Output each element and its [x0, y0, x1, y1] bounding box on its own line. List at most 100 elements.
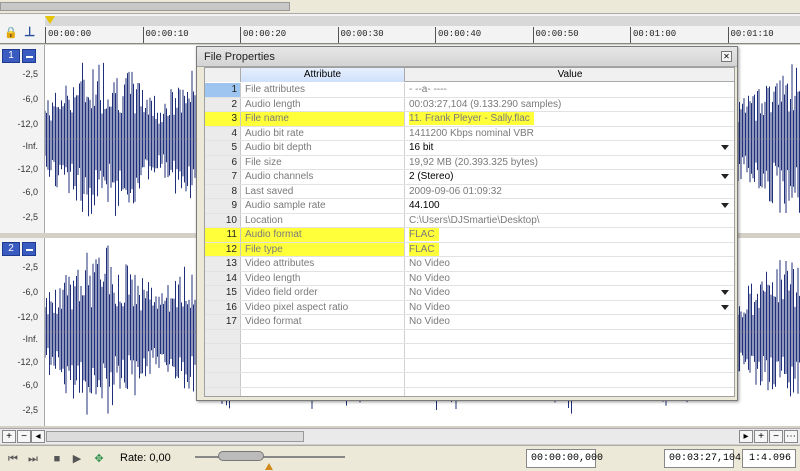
property-attribute: Audio channels: [241, 170, 405, 184]
row-number[interactable]: 11: [205, 228, 241, 242]
property-value[interactable]: No Video: [405, 301, 734, 315]
property-value-text: 2 (Stereo): [409, 171, 454, 182]
property-value-text: No Video: [409, 258, 450, 269]
row-number[interactable]: 15: [205, 286, 241, 300]
property-attribute: Audio length: [241, 97, 405, 111]
selection-length-field[interactable]: 00:03:27,104: [664, 449, 741, 468]
top-scroll-strip: [0, 0, 800, 14]
dialog-title-bar[interactable]: File Properties ✕: [197, 47, 737, 67]
property-row[interactable]: 16 Video pixel aspect ratio No Video: [205, 300, 734, 315]
row-number[interactable]: 13: [205, 257, 241, 271]
zoom-in-button[interactable]: +: [2, 430, 16, 443]
rate-slider-knob[interactable]: [218, 451, 264, 461]
property-row[interactable]: 12 File type FLAC: [205, 242, 734, 257]
channel-1-badge[interactable]: 1: [2, 49, 20, 63]
zoom-reset-button[interactable]: ⋯: [784, 430, 798, 443]
property-row[interactable]: 13 Video attributes No Video: [205, 257, 734, 272]
chevron-down-icon[interactable]: [721, 203, 729, 208]
property-row[interactable]: 17 Video format No Video: [205, 315, 734, 330]
grid-header-corner[interactable]: [205, 68, 241, 82]
zoom-out-button[interactable]: −: [17, 430, 31, 443]
row-number[interactable]: 12: [205, 242, 241, 256]
property-row[interactable]: 14 Video length No Video: [205, 271, 734, 286]
scroll-right-button[interactable]: ▸: [739, 430, 753, 443]
row-number[interactable]: 14: [205, 271, 241, 285]
horizontal-scrollbar[interactable]: + − ◂ ▸ + − ⋯: [0, 428, 800, 444]
row-number: [205, 358, 241, 372]
row-number[interactable]: 6: [205, 155, 241, 169]
row-number[interactable]: 7: [205, 170, 241, 184]
row-number[interactable]: 9: [205, 199, 241, 213]
property-row[interactable]: 11 Audio format FLAC: [205, 228, 734, 243]
property-attribute: Location: [241, 213, 405, 227]
row-number[interactable]: 8: [205, 184, 241, 198]
property-row[interactable]: 7 Audio channels 2 (Stereo): [205, 170, 734, 185]
top-scroll-thumb[interactable]: [0, 2, 290, 11]
ruler-tick-label: 00:00:10: [145, 29, 189, 39]
column-header-attribute[interactable]: Attribute: [241, 68, 405, 82]
row-number[interactable]: 5: [205, 141, 241, 155]
db-scale-label: -Inf.: [22, 141, 38, 151]
property-value[interactable]: No Video: [405, 286, 734, 300]
scrollbar-thumb[interactable]: [46, 431, 304, 442]
property-row[interactable]: 9 Audio sample rate 44.100: [205, 199, 734, 214]
property-row[interactable]: 2 Audio length 00:03:27,104 (9.133.290 sam…: [205, 97, 734, 112]
property-value: No Video: [405, 315, 734, 329]
row-number[interactable]: 16: [205, 300, 241, 314]
property-value-text: 16 bit: [409, 142, 434, 153]
db-scale-label: -6,0: [22, 187, 38, 197]
property-value[interactable]: 2 (Stereo): [405, 170, 734, 184]
snap-pin-icon[interactable]: ⊥: [24, 24, 35, 40]
lock-icon[interactable]: 🔒: [4, 26, 18, 39]
row-number[interactable]: 2: [205, 97, 241, 111]
cursor-position-field[interactable]: 00:00:00,000: [526, 449, 603, 468]
play-loop-icon[interactable]: ✥: [92, 452, 106, 466]
ruler-tick-label: 00:00:30: [340, 29, 384, 39]
channel-2-collapse-button[interactable]: [22, 242, 36, 256]
row-number[interactable]: 3: [205, 112, 241, 126]
empty-row: [205, 358, 734, 373]
row-number[interactable]: 4: [205, 126, 241, 140]
property-row[interactable]: 3 File name 11. Frank Pleyer - Sally.flac: [205, 112, 734, 127]
stop-icon[interactable]: ■: [50, 452, 64, 466]
property-row[interactable]: 8 Last saved 2009-09-06 01:09:32: [205, 184, 734, 199]
property-row[interactable]: 15 Video field order No Video: [205, 286, 734, 301]
property-attribute: [241, 373, 405, 387]
zoom-level-field[interactable]: 1:4.096: [742, 449, 796, 468]
channel-2-badge[interactable]: 2: [2, 242, 20, 256]
go-to-start-icon[interactable]: ⏮: [6, 452, 20, 466]
row-number[interactable]: 10: [205, 213, 241, 227]
row-number[interactable]: 1: [205, 83, 241, 97]
scroll-left-button[interactable]: ◂: [31, 430, 45, 443]
loop-region-bar[interactable]: [45, 16, 800, 26]
property-value-text: 1411200 Kbps nominal VBR: [409, 127, 534, 139]
column-header-value[interactable]: Value: [405, 68, 734, 82]
playhead-marker[interactable]: [45, 16, 55, 24]
close-icon[interactable]: ✕: [721, 51, 732, 62]
property-row[interactable]: 6 File size 19,92 MB (20.393.325 bytes): [205, 155, 734, 170]
chevron-down-icon[interactable]: [721, 145, 729, 150]
db-scale-label: -2,5: [22, 212, 38, 222]
property-row[interactable]: 5 Audio bit depth 16 bit: [205, 141, 734, 156]
channel-2-controls: 2 -2,5 -6,0 -12,0 -Inf. -12,0 -6,0 -2,5: [0, 238, 45, 426]
vertical-zoom-out-button[interactable]: −: [769, 430, 783, 443]
property-value[interactable]: 16 bit: [405, 141, 734, 155]
play-icon[interactable]: ▶: [70, 452, 84, 466]
channel-1-controls: 1 -2,5 -6,0 -12,0 -Inf. -12,0 -6,0 -2,5: [0, 45, 45, 233]
chevron-down-icon[interactable]: [721, 174, 729, 179]
ruler-tick-label: 00:01:00: [633, 29, 677, 39]
chevron-down-icon[interactable]: [721, 290, 729, 295]
property-row[interactable]: 4 Audio bit rate 1411200 Kbps nominal VBR: [205, 126, 734, 141]
channel-1-collapse-button[interactable]: [22, 49, 36, 63]
time-ruler[interactable]: 🔒 ⊥ 00:00:00 00:00:10 00:00:20 00:00:30 00:0…: [0, 14, 800, 44]
go-to-end-icon[interactable]: ⏭: [26, 452, 40, 466]
db-scale-label: -6,0: [22, 380, 38, 390]
vertical-zoom-in-button[interactable]: +: [754, 430, 768, 443]
property-attribute: Audio format: [241, 228, 405, 242]
property-row[interactable]: 10 Location C:\Users\DJSmartie\Desktop\: [205, 213, 734, 228]
property-row[interactable]: 1 File attributes - --a- ----: [205, 83, 734, 98]
row-number[interactable]: 17: [205, 315, 241, 329]
ruler-tick: 00:00:20: [240, 27, 286, 43]
chevron-down-icon[interactable]: [721, 304, 729, 310]
property-value[interactable]: 44.100: [405, 199, 734, 213]
